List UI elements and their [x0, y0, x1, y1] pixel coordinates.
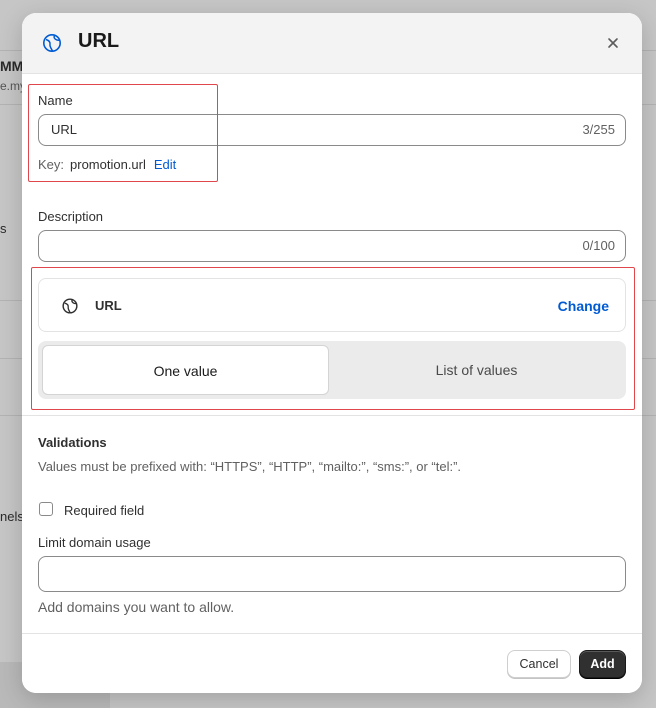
modal-footer: Cancel Add: [22, 633, 642, 693]
highlight-box-name: [28, 84, 218, 182]
validations-help: Values must be prefixed with: “HTTPS”, “…: [38, 459, 462, 474]
bg-fragment: nels: [0, 509, 24, 524]
cancel-button[interactable]: Cancel: [507, 650, 571, 678]
bg-fragment: MM: [0, 58, 24, 74]
modal-title: URL: [78, 30, 120, 52]
add-button[interactable]: Add: [579, 650, 626, 678]
description-label: Description: [38, 209, 104, 224]
name-char-count: 3/255: [582, 122, 615, 137]
limit-domain-input[interactable]: [38, 556, 626, 592]
section-divider: [22, 415, 642, 416]
globe-icon: [43, 34, 61, 52]
highlight-box-type: [31, 267, 635, 410]
url-definition-modal: URL Name URL 3/255 Key: promotion.url Edit…: [22, 13, 642, 693]
limit-domain-label: Limit domain usage: [38, 535, 151, 550]
modal-header: URL: [22, 13, 642, 74]
description-input[interactable]: 0/100: [38, 230, 626, 262]
bg-fragment: s: [0, 221, 7, 236]
required-field-label: Required field: [64, 503, 145, 518]
close-button[interactable]: [602, 32, 624, 54]
limit-domain-help: Add domains you want to allow.: [38, 599, 235, 615]
close-icon: [608, 38, 618, 48]
required-field-checkbox[interactable]: [39, 502, 53, 516]
validations-heading: Validations: [38, 435, 107, 450]
description-char-count: 0/100: [582, 238, 615, 253]
